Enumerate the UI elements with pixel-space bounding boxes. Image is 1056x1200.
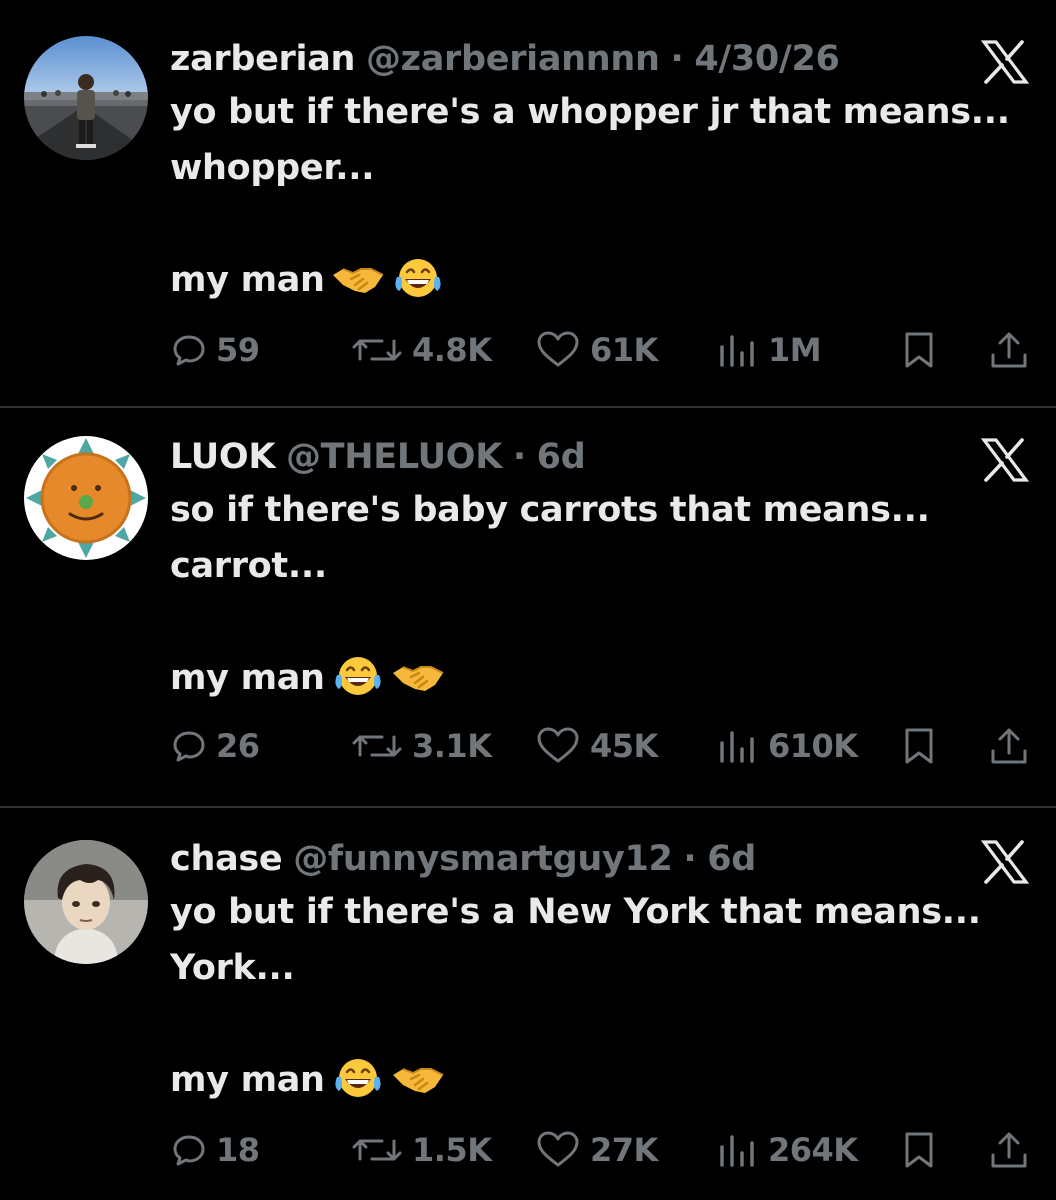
x-logo-icon — [980, 40, 1030, 84]
user-handle[interactable]: @THELUOK — [286, 437, 502, 477]
tweet-text: yo but if there's a New York that means.… — [170, 884, 1040, 1108]
tweet-text: so if there's baby carrots that means...… — [170, 482, 1040, 706]
reply-icon — [173, 1135, 205, 1166]
avatar-luok[interactable] — [24, 436, 148, 560]
display-name[interactable]: zarberian — [170, 39, 355, 79]
tweet-line: yo but if there's a whopper jr that mean… — [170, 92, 1010, 132]
repost-count: 4.8K — [412, 331, 492, 369]
repost-icon — [352, 735, 402, 757]
tweet-line: yo but if there's a New York that means.… — [170, 892, 981, 932]
views-chart-icon — [720, 335, 754, 367]
share-icon — [991, 728, 1027, 764]
repost-button[interactable]: 3.1K — [352, 722, 492, 770]
tweet-divider — [0, 806, 1056, 808]
repost-count: 3.1K — [412, 727, 492, 765]
laughing-crying-emoji-icon — [391, 257, 445, 299]
tweet-header: zarberian @zarberiannnn · 4/30/26 — [170, 36, 840, 82]
bookmark-icon — [905, 1132, 933, 1168]
repost-icon — [352, 1139, 402, 1161]
reply-count: 18 — [216, 1131, 260, 1169]
views-button[interactable]: 264K — [718, 1126, 858, 1174]
tweet-1[interactable]: zarberian @zarberiannnn · 4/30/26 yo but… — [0, 36, 1056, 406]
tweet-line: York... — [170, 948, 295, 988]
reply-count: 59 — [216, 331, 260, 369]
tweet-feed: zarberian @zarberiannnn · 4/30/26 yo but… — [0, 0, 1056, 1200]
share-button[interactable] — [988, 1126, 1030, 1174]
like-button[interactable]: 45K — [536, 722, 658, 770]
bookmark-icon — [905, 728, 933, 764]
repost-count: 1.5K — [412, 1131, 492, 1169]
views-button[interactable]: 610K — [718, 722, 858, 770]
bookmark-button[interactable] — [902, 326, 936, 374]
like-count: 45K — [590, 727, 658, 765]
tweet-3[interactable]: chase @funnysmartguy12 · 6d yo but if th… — [0, 836, 1056, 1200]
tweet-2[interactable]: LUOK @THELUOK · 6d so if there's baby ca… — [0, 434, 1056, 806]
laughing-crying-emoji-icon — [331, 1057, 385, 1099]
like-count: 27K — [590, 1131, 658, 1169]
bookmark-button[interactable] — [902, 722, 936, 770]
reply-icon — [173, 731, 205, 762]
separator-dot: · — [512, 437, 526, 477]
handshake-emoji-icon — [331, 257, 385, 299]
display-name[interactable]: LUOK — [170, 437, 275, 477]
view-count: 264K — [768, 1131, 858, 1169]
share-button[interactable] — [988, 326, 1030, 374]
tweet-closing: my man — [170, 260, 325, 300]
like-button[interactable]: 27K — [536, 1126, 658, 1174]
user-handle[interactable]: @zarberiannnn — [366, 39, 660, 79]
heart-icon — [537, 1131, 579, 1167]
x-logo-icon — [980, 840, 1030, 884]
view-count: 610K — [768, 727, 858, 765]
reply-button[interactable]: 59 — [172, 326, 260, 374]
repost-button[interactable]: 1.5K — [352, 1126, 492, 1174]
handshake-emoji-icon — [391, 1057, 445, 1099]
views-chart-icon — [720, 731, 754, 763]
handshake-emoji-icon — [391, 655, 445, 697]
repost-icon — [352, 339, 402, 361]
share-icon — [991, 332, 1027, 368]
tweet-header: chase @funnysmartguy12 · 6d — [170, 836, 756, 882]
bookmark-button[interactable] — [902, 1126, 936, 1174]
views-chart-icon — [720, 1135, 754, 1167]
timestamp[interactable]: 4/30/26 — [694, 39, 840, 79]
display-name[interactable]: chase — [170, 839, 283, 879]
tweet-line: so if there's baby carrots that means... — [170, 490, 930, 530]
timestamp[interactable]: 6d — [707, 839, 756, 879]
heart-icon — [537, 331, 579, 367]
share-button[interactable] — [988, 722, 1030, 770]
tweet-actions: 26 3.1K 45K 610K — [0, 722, 1056, 770]
reply-icon — [173, 335, 205, 366]
like-count: 61K — [590, 331, 658, 369]
share-icon — [991, 1132, 1027, 1168]
heart-icon — [537, 727, 579, 763]
like-button[interactable]: 61K — [536, 326, 658, 374]
tweet-line: whopper... — [170, 148, 375, 188]
tweet-line: carrot... — [170, 546, 327, 586]
x-logo-icon — [980, 438, 1030, 482]
tweet-header: LUOK @THELUOK · 6d — [170, 434, 586, 480]
tweet-closing: my man — [170, 658, 325, 698]
tweet-divider — [0, 406, 1056, 408]
bookmark-icon — [905, 332, 933, 368]
repost-button[interactable]: 4.8K — [352, 326, 492, 374]
tweet-actions: 18 1.5K 27K 264K — [0, 1126, 1056, 1174]
views-button[interactable]: 1M — [718, 326, 822, 374]
reply-button[interactable]: 26 — [172, 722, 260, 770]
avatar-chase[interactable] — [24, 840, 148, 964]
view-count: 1M — [768, 331, 822, 369]
tweet-actions: 59 4.8K 61K 1M — [0, 326, 1056, 374]
separator-dot: · — [683, 839, 697, 879]
reply-count: 26 — [216, 727, 260, 765]
separator-dot: · — [670, 39, 684, 79]
avatar-zarberian[interactable] — [24, 36, 148, 160]
user-handle[interactable]: @funnysmartguy12 — [293, 839, 673, 879]
laughing-crying-emoji-icon — [331, 655, 385, 697]
tweet-text: yo but if there's a whopper jr that mean… — [170, 84, 1040, 308]
timestamp[interactable]: 6d — [537, 437, 586, 477]
reply-button[interactable]: 18 — [172, 1126, 260, 1174]
tweet-closing: my man — [170, 1060, 325, 1100]
